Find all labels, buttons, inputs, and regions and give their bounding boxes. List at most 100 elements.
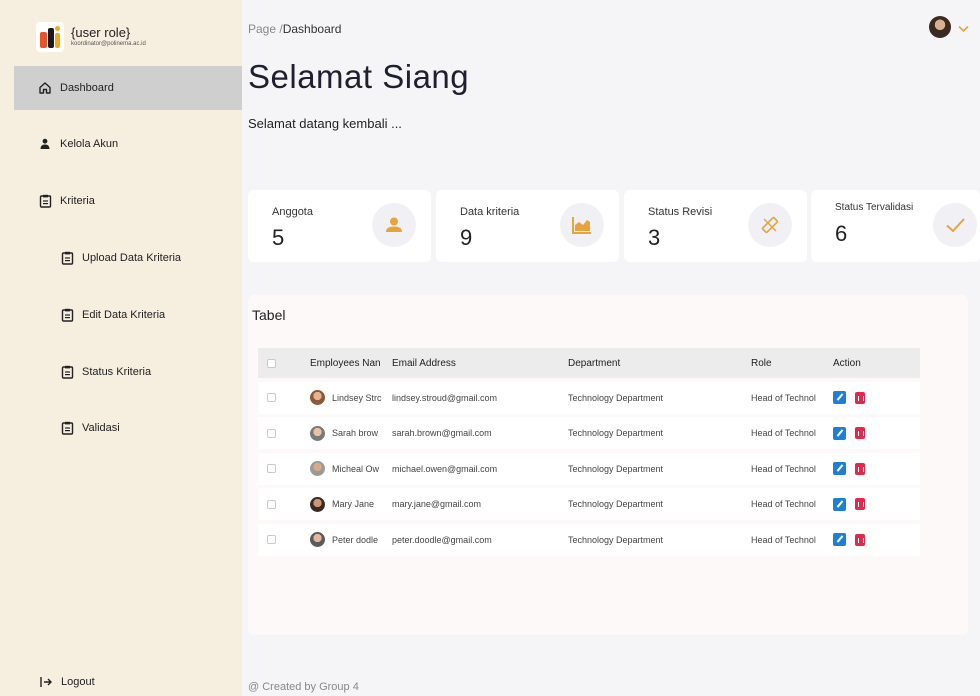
sidebar-item-kelola-akun[interactable]: Kelola Akun <box>14 122 242 166</box>
footer-credit: @ Created by Group 4 <box>248 681 359 693</box>
stat-label: Status Revisi <box>648 206 713 218</box>
clipboard-icon <box>60 421 74 435</box>
stat-value: 5 <box>272 225 285 250</box>
column-header-role: Role <box>751 357 772 369</box>
sidebar-item-label: Dashboard <box>60 82 114 94</box>
table-panel: Tabel Employees Nan Email Address Depart… <box>248 295 968 635</box>
employee-department: Technology Department <box>568 428 664 438</box>
user-avatar[interactable] <box>929 16 951 38</box>
edit-icon[interactable] <box>833 426 846 440</box>
stat-card-data-kriteria: Data kriteria 9 <box>436 190 619 262</box>
table-row: Peter dodle peter.doodle@gmail.com Techn… <box>258 523 920 556</box>
row-checkbox[interactable] <box>267 393 276 402</box>
sidebar-item-kriteria[interactable]: Kriteria <box>14 179 242 223</box>
stat-label: Data kriteria <box>460 206 520 218</box>
logout-icon <box>40 676 53 688</box>
clipboard-icon <box>60 308 74 322</box>
clipboard-icon <box>60 365 74 379</box>
avatar <box>310 461 325 476</box>
breadcrumb-page: Page / <box>248 22 283 36</box>
employee-email: lindsey.stroud@gmail.com <box>392 392 498 403</box>
delete-icon[interactable] <box>855 498 865 510</box>
employee-department: Technology Department <box>568 463 664 474</box>
user-email: koordinator@polinema.ac.id <box>71 41 146 47</box>
sidebar-item-upload-data-kriteria[interactable]: Upload Data Kriteria <box>14 236 242 280</box>
stat-label: Anggota <box>272 206 313 218</box>
employee-name: Lindsey Strc <box>332 392 382 403</box>
sidebar-item-validasi[interactable]: Validasi <box>14 406 242 450</box>
check-icon <box>933 203 977 247</box>
table-row: Lindsey Strc lindsey.stroud@gmail.com Te… <box>258 381 920 414</box>
logout-button[interactable]: Logout <box>40 676 95 688</box>
clipboard-icon <box>60 251 74 265</box>
employee-email: michael.owen@gmail.com <box>392 463 498 474</box>
edit-icon[interactable] <box>833 533 846 546</box>
stat-value: 9 <box>460 225 473 250</box>
delete-icon[interactable] <box>855 391 865 404</box>
delete-icon[interactable] <box>855 427 865 439</box>
user-icon <box>38 137 52 151</box>
employee-email: mary.jane@gmail.com <box>392 499 481 509</box>
edit-icon[interactable] <box>833 391 846 404</box>
column-header-email: Email Address <box>392 357 456 369</box>
page-subtitle: Selamat datang kembali ... <box>248 116 402 131</box>
employee-name: Mary Jane <box>332 499 375 509</box>
table-row: Mary Jane mary.jane@gmail.com Technology… <box>258 488 920 520</box>
row-checkbox[interactable] <box>267 499 276 509</box>
employee-department: Technology Department <box>568 392 664 403</box>
brand: {user role} koordinator@polinema.ac.id <box>36 22 146 52</box>
sidebar-item-label: Status Kriteria <box>82 366 152 378</box>
stat-value: 3 <box>648 225 661 250</box>
breadcrumb-current: Dashboard <box>282 22 342 36</box>
sidebar: {user role} koordinator@polinema.ac.id D… <box>0 0 242 696</box>
table-row: Micheal Ow michael.owen@gmail.com Techno… <box>258 452 920 485</box>
clipboard-icon <box>38 194 52 208</box>
employee-role: Head of Technol <box>751 428 816 438</box>
row-checkbox[interactable] <box>267 535 276 544</box>
row-checkbox[interactable] <box>267 428 276 438</box>
employee-role: Head of Technol <box>751 392 816 403</box>
employee-name: Micheal Ow <box>332 463 380 474</box>
column-header-action: Action <box>833 357 861 369</box>
person-icon <box>372 203 416 247</box>
delete-icon[interactable] <box>855 462 865 475</box>
app-logo <box>36 22 64 52</box>
edit-icon[interactable] <box>833 497 846 511</box>
stat-card-status-tervalidasi: Status Tervalidasi 6 <box>811 190 980 262</box>
sidebar-item-label: Upload Data Kriteria <box>82 252 182 264</box>
avatar <box>310 425 325 441</box>
pencil-icon <box>748 203 792 247</box>
table-title: Tabel <box>252 307 286 323</box>
logout-label: Logout <box>61 676 95 688</box>
user-role-label: {user role} <box>71 25 131 40</box>
stat-card-anggota: Anggota 5 <box>248 190 431 262</box>
row-checkbox[interactable] <box>267 464 276 473</box>
employee-email: peter.doodle@gmail.com <box>392 534 492 545</box>
avatar <box>310 390 325 405</box>
table-header: Employees Nan Email Address Department R… <box>258 348 920 378</box>
delete-icon[interactable] <box>855 533 865 546</box>
sidebar-item-label: Edit Data Kriteria <box>82 309 166 321</box>
employee-department: Technology Department <box>568 499 664 509</box>
avatar <box>310 532 325 547</box>
column-header-department: Department <box>568 357 621 369</box>
employees-table: Employees Nan Email Address Department R… <box>258 348 920 556</box>
employee-name: Sarah brow <box>332 428 379 438</box>
table-row: Sarah brow sarah.brown@gmail.com Technol… <box>258 417 920 449</box>
breadcrumb: Page /Dashboard <box>248 22 341 36</box>
employee-role: Head of Technol <box>751 499 816 509</box>
employee-email: sarah.brown@gmail.com <box>392 428 492 438</box>
stat-value: 6 <box>835 221 848 246</box>
sidebar-item-dashboard[interactable]: Dashboard <box>14 66 242 110</box>
home-icon <box>38 81 52 95</box>
sidebar-item-label: Kriteria <box>60 195 95 207</box>
stat-card-status-revisi: Status Revisi 3 <box>624 190 807 262</box>
sidebar-item-edit-data-kriteria[interactable]: Edit Data Kriteria <box>14 293 242 337</box>
chart-icon <box>560 203 604 247</box>
employee-role: Head of Technol <box>751 534 816 545</box>
select-all-checkbox[interactable] <box>267 358 276 368</box>
page-title: Selamat Siang <box>248 58 470 95</box>
chevron-down-icon[interactable] <box>958 22 969 36</box>
edit-icon[interactable] <box>833 462 846 475</box>
sidebar-item-status-kriteria[interactable]: Status Kriteria <box>14 350 242 394</box>
